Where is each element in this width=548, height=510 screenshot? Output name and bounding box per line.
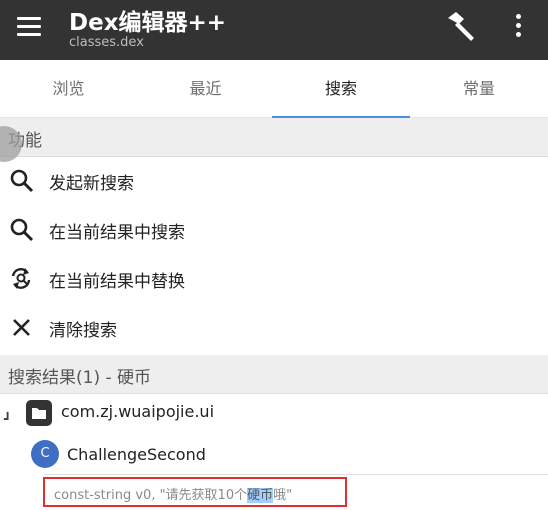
app-bar: Dex编辑器++ classes.dex: [0, 0, 548, 60]
result-match-highlight: 硬币: [247, 488, 274, 503]
new-search-label: 发起新搜索: [49, 174, 134, 194]
tab-browse[interactable]: 浏览: [0, 60, 137, 118]
clear-search-action[interactable]: 清除搜索: [0, 304, 548, 353]
replace-in-results-action[interactable]: 在当前结果中替换: [0, 255, 548, 304]
tab-constants[interactable]: 常量: [410, 60, 548, 118]
search-icon: [10, 169, 34, 193]
tab-bar: 浏览 最近 搜索 常量: [0, 60, 548, 119]
search-result-line[interactable]: const-string v0, "请先获取10个硬币哦": [43, 477, 347, 507]
search-in-results-action[interactable]: 在当前结果中搜索: [0, 206, 548, 255]
replace-icon: [11, 268, 31, 289]
package-tree-row[interactable]: ┛ com.zj.wuaipojie.ui: [0, 396, 548, 432]
more-vertical-icon[interactable]: [508, 12, 530, 42]
functions-section-header: 功能: [0, 118, 548, 157]
search-icon: [10, 218, 34, 242]
app-title: Dex编辑器++: [69, 10, 227, 36]
results-section-header: 搜索结果(1) - 硬币: [0, 355, 548, 394]
search-in-results-label: 在当前结果中搜索: [49, 223, 185, 243]
package-name: com.zj.wuaipojie.ui: [61, 402, 215, 421]
folder-icon: [26, 400, 52, 426]
tab-search[interactable]: 搜索: [272, 60, 410, 118]
hammer-icon[interactable]: [444, 9, 478, 43]
class-badge-icon: C: [31, 440, 59, 468]
close-icon: [13, 319, 30, 336]
tree-expand-marker[interactable]: ┛: [4, 412, 11, 426]
replace-in-results-label: 在当前结果中替换: [49, 272, 185, 292]
result-code-prefix: const-string v0, "请先获取10个: [54, 488, 248, 503]
class-tree-row[interactable]: C ChallengeSecond: [0, 440, 548, 470]
row-divider: [44, 474, 548, 475]
tab-recent[interactable]: 最近: [137, 60, 274, 118]
file-subtitle: classes.dex: [69, 35, 144, 50]
hamburger-menu-icon[interactable]: [16, 14, 44, 42]
new-search-action[interactable]: 发起新搜索: [0, 157, 548, 206]
result-code-suffix: 哦": [273, 488, 293, 503]
class-name: ChallengeSecond: [67, 445, 206, 464]
clear-search-label: 清除搜索: [49, 321, 117, 341]
result-code-text: const-string v0, "请先获取10个硬币哦": [54, 484, 292, 503]
results-section-label: 搜索结果(1) - 硬币: [8, 368, 152, 388]
